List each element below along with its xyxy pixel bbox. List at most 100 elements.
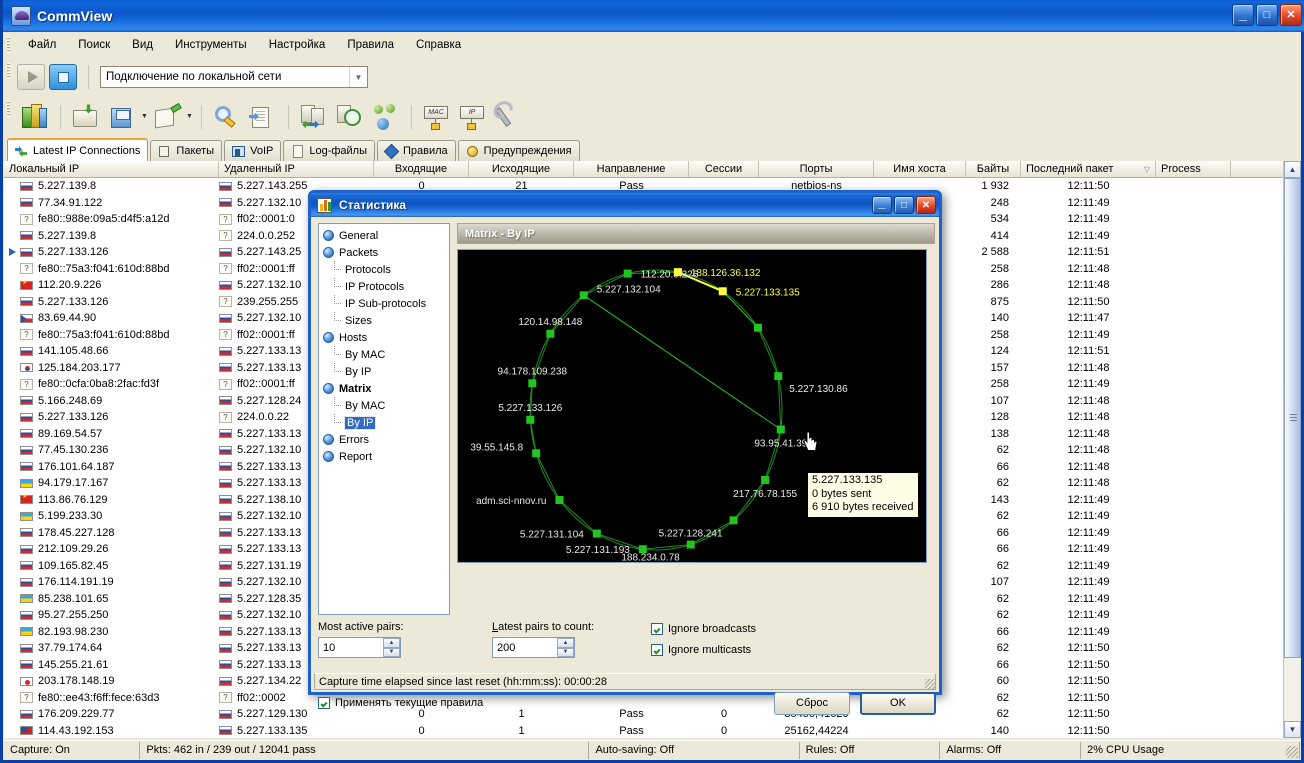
column-header-6[interactable]: Порты xyxy=(759,161,874,177)
reset-button[interactable]: Сброс xyxy=(774,691,850,715)
clear-dropdown-icon[interactable]: ▼ xyxy=(185,102,194,132)
stepper-buttons[interactable]: ▲ ▼ xyxy=(557,638,574,657)
open-folder-icon[interactable] xyxy=(68,101,102,133)
save-dropdown-icon[interactable]: ▼ xyxy=(140,102,149,132)
minimize-button[interactable]: _ xyxy=(1232,4,1254,26)
resize-grip-icon[interactable] xyxy=(1286,746,1298,758)
matrix-node[interactable] xyxy=(555,495,564,504)
statistics-tree[interactable]: General Packets Protocols IP Protocols IP Su… xyxy=(318,223,450,615)
ok-button[interactable]: OK xyxy=(860,691,936,715)
toolbar2-gripper[interactable] xyxy=(7,101,10,117)
tab--[interactable]: Правила xyxy=(377,140,456,161)
matrix-graph[interactable]: 94.178.109.238 120.14.98.148 5.227.132.104… xyxy=(457,249,927,563)
reconstruct-icon[interactable] xyxy=(296,101,330,133)
menubar-gripper[interactable] xyxy=(7,37,10,53)
tab--[interactable]: Пакеты xyxy=(150,140,223,161)
latest-pairs-stepper[interactable]: 200 ▲ ▼ xyxy=(492,637,575,658)
table-row[interactable]: 114.43.192.153 5.227.133.135 0 1 Pass 0 25162,… xyxy=(4,723,1286,739)
menu-item-5[interactable]: Правила xyxy=(336,36,405,54)
tree-item-report[interactable]: Report xyxy=(323,448,449,465)
stop-capture-button[interactable] xyxy=(49,64,77,90)
tab-voip[interactable]: VoIP xyxy=(224,140,282,161)
matrix-node[interactable] xyxy=(776,425,785,434)
list-vertical-scrollbar[interactable]: ▲ ▼ xyxy=(1283,161,1301,738)
matrix-node[interactable] xyxy=(718,287,727,296)
scroll-up-button[interactable]: ▲ xyxy=(1284,161,1301,178)
menu-item-6[interactable]: Справка xyxy=(405,36,472,54)
tree-item-by-ip[interactable]: By IP xyxy=(323,414,449,431)
stepper-down-icon[interactable]: ▼ xyxy=(383,647,400,657)
interface-select[interactable]: Подключение по локальной сети ▼ xyxy=(100,66,368,88)
apply-rules-checkbox[interactable]: Применять текущие правила xyxy=(318,697,483,709)
tree-item-general[interactable]: General xyxy=(323,227,449,244)
ip-aliases-icon[interactable]: IP xyxy=(455,101,489,133)
matrix-node[interactable] xyxy=(686,540,695,549)
tab-log-[interactable]: Log-файлы xyxy=(283,140,375,161)
tree-item-sizes[interactable]: Sizes xyxy=(323,312,449,329)
stepper-up-icon[interactable]: ▲ xyxy=(383,638,400,648)
column-header-5[interactable]: Сессии xyxy=(689,161,759,177)
tree-item-errors[interactable]: Errors xyxy=(323,431,449,448)
column-header-8[interactable]: Байты xyxy=(966,161,1021,177)
column-header-9[interactable]: Последний пакет ▽ xyxy=(1021,161,1156,177)
tab-latest-ip-connections[interactable]: Latest IP Connections xyxy=(7,138,149,161)
matrix-node[interactable] xyxy=(579,291,588,300)
scroll-down-button[interactable]: ▼ xyxy=(1284,721,1301,738)
tree-item-protocols[interactable]: Protocols xyxy=(323,261,449,278)
tree-item-packets[interactable]: Packets xyxy=(323,244,449,261)
settings-icon[interactable] xyxy=(491,101,525,133)
save-icon[interactable] xyxy=(104,101,138,133)
start-capture-button[interactable] xyxy=(17,64,45,90)
packets-icon[interactable] xyxy=(17,101,51,133)
matrix-node[interactable] xyxy=(753,323,762,332)
tree-item-hosts[interactable]: Hosts xyxy=(323,329,449,346)
tree-item-ip-protocols[interactable]: IP Protocols xyxy=(323,278,449,295)
column-header-7[interactable]: Имя хоста xyxy=(874,161,966,177)
menu-item-2[interactable]: Вид xyxy=(121,36,164,54)
matrix-node[interactable] xyxy=(729,516,738,525)
matrix-node[interactable] xyxy=(623,269,632,278)
stepper-up-icon[interactable]: ▲ xyxy=(557,638,574,648)
tree-item-by-ip[interactable]: By IP xyxy=(323,363,449,380)
column-header-1[interactable]: Удаленный IP xyxy=(219,161,374,177)
matrix-node[interactable] xyxy=(774,372,783,381)
clear-log-icon[interactable] xyxy=(149,101,183,133)
column-header-4[interactable]: Направление xyxy=(574,161,689,177)
node-graph-icon[interactable] xyxy=(368,101,402,133)
matrix-node[interactable] xyxy=(673,268,682,277)
matrix-node[interactable] xyxy=(638,545,647,554)
export-icon[interactable] xyxy=(245,101,279,133)
toolbar-gripper[interactable] xyxy=(7,63,10,79)
matrix-node[interactable] xyxy=(761,476,770,484)
menu-item-3[interactable]: Инструменты xyxy=(164,36,258,54)
mac-aliases-icon[interactable]: MAC xyxy=(419,101,453,133)
matrix-node[interactable] xyxy=(532,449,541,458)
dialog-maximize-button[interactable]: □ xyxy=(894,196,914,214)
tree-item-matrix[interactable]: Matrix xyxy=(323,380,449,397)
ignore-multicasts-checkbox[interactable]: Ignore multicasts xyxy=(651,644,756,656)
find-icon[interactable] xyxy=(209,101,243,133)
column-header-3[interactable]: Исходящие xyxy=(469,161,574,177)
tree-item-by-mac[interactable]: By MAC xyxy=(323,397,449,414)
menu-item-1[interactable]: Поиск xyxy=(67,36,121,54)
scrollbar-thumb[interactable] xyxy=(1284,178,1301,658)
tree-item-ip-sub-protocols[interactable]: IP Sub-protocols xyxy=(323,295,449,312)
tab--[interactable]: Предупреждения xyxy=(457,140,580,161)
close-button[interactable]: ✕ xyxy=(1280,4,1302,26)
matrix-node[interactable] xyxy=(546,329,555,338)
matrix-node[interactable] xyxy=(592,529,601,538)
menu-item-4[interactable]: Настройка xyxy=(258,36,337,54)
tree-item-by-mac[interactable]: By MAC xyxy=(323,346,449,363)
stepper-buttons[interactable]: ▲ ▼ xyxy=(383,638,400,657)
dialog-minimize-button[interactable]: _ xyxy=(872,195,892,214)
dialog-close-button[interactable]: ✕ xyxy=(916,196,936,214)
menu-item-0[interactable]: Файл xyxy=(17,36,67,54)
scheduler-icon[interactable] xyxy=(332,101,366,133)
column-header-0[interactable]: Локальный IP xyxy=(4,161,219,177)
maximize-button[interactable]: □ xyxy=(1256,4,1278,26)
stepper-down-icon[interactable]: ▼ xyxy=(557,647,574,657)
matrix-node[interactable] xyxy=(528,379,537,388)
dialog-resize-grip-icon[interactable] xyxy=(925,679,936,690)
matrix-node[interactable] xyxy=(526,415,535,424)
chevron-down-icon[interactable]: ▼ xyxy=(349,67,367,87)
